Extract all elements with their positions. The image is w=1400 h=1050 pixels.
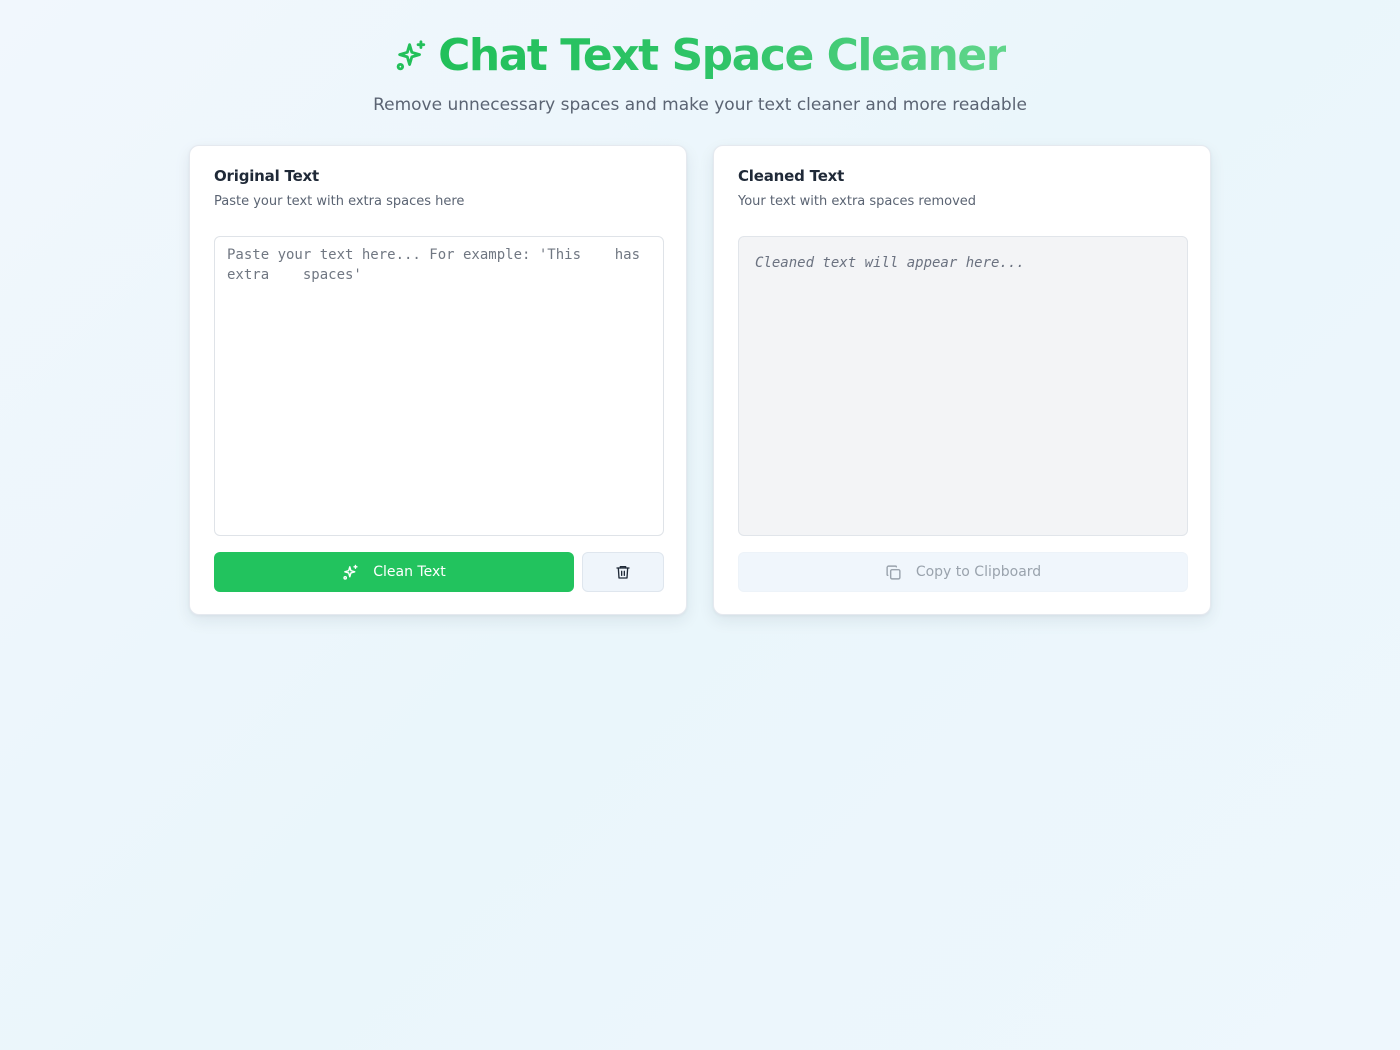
original-text-card: Original Text Paste your text with extra… [189,145,687,615]
title-row: Chat Text Space Cleaner [0,28,1400,84]
copy-button-label: Copy to Clipboard [915,564,1042,580]
page-header: Chat Text Space Cleaner Remove unnecessa… [0,28,1400,117]
original-text-title: Original Text [214,167,319,185]
clear-text-button[interactable] [582,552,664,592]
clean-text-button-label: Clean Text [373,564,446,580]
clean-text-button[interactable]: Clean Text [214,552,574,592]
copy-to-clipboard-button[interactable]: Copy to Clipboard [738,552,1188,592]
cleaned-text-placeholder: Cleaned text will appear here... [755,255,1025,271]
cleaned-text-title: Cleaned Text [738,167,845,185]
cleaned-text-description: Your text with extra spaces removed [738,194,977,209]
cleaned-text-card: Cleaned Text Your text with extra spaces… [713,145,1211,615]
original-text-input[interactable] [214,236,664,536]
original-text-description: Paste your text with extra spaces here [214,194,465,209]
page-subtitle: Remove unnecessary spaces and make your … [373,95,1027,115]
sparkles-icon [394,39,428,73]
sparkles-icon [342,564,359,581]
page-title: Chat Text Space Cleaner [438,28,1007,84]
cleaned-text-output[interactable]: Cleaned text will appear here... [738,236,1188,536]
copy-icon [885,564,902,581]
trash-icon [615,564,631,580]
